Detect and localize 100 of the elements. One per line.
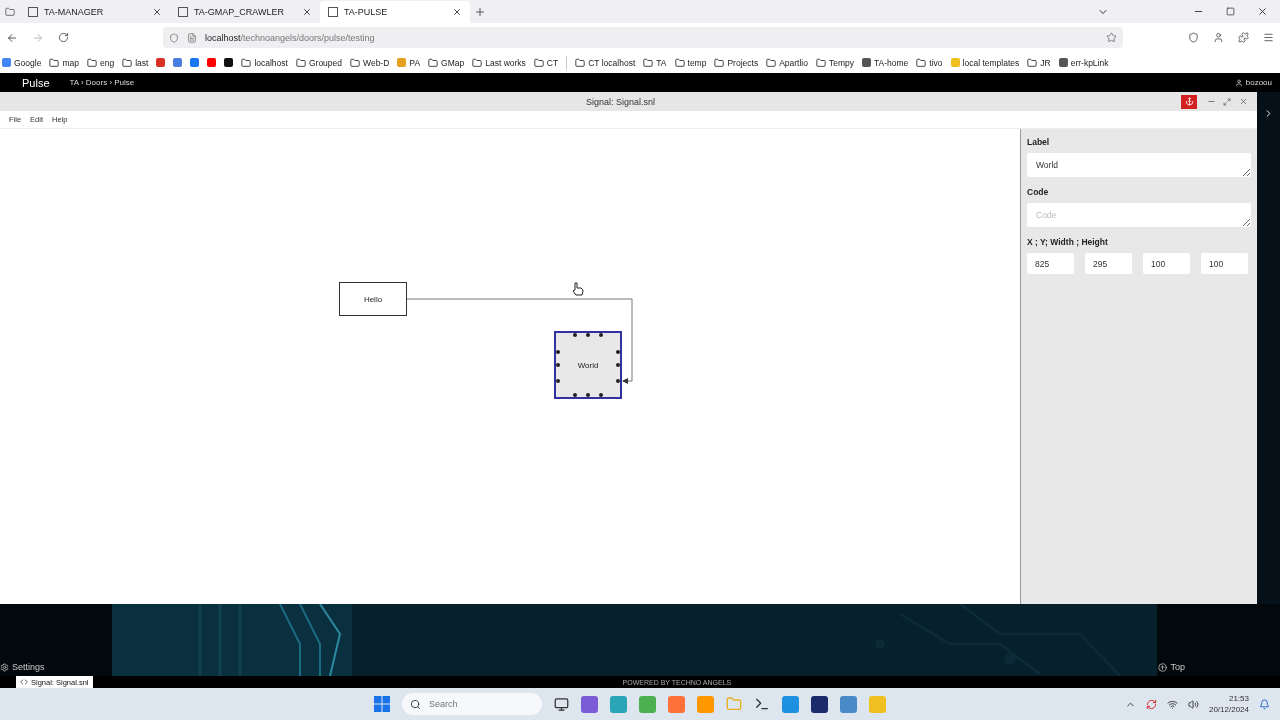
resize-handle[interactable] [616,350,621,355]
folder-icon [295,57,306,68]
profile-icon[interactable] [1213,32,1224,43]
top-link[interactable]: Top [1158,662,1185,672]
bookmark[interactable]: Web-D [350,57,390,68]
search-field[interactable]: Search [427,698,511,710]
bookmark[interactable]: map [49,57,79,68]
resize-handle[interactable] [586,393,590,398]
user-link[interactable]: bozoou [1234,78,1272,87]
anchor-button[interactable] [1181,94,1197,109]
restore-icon[interactable] [1226,7,1235,16]
clock[interactable]: 21:53 20/12/2024 [1208,693,1249,715]
bookmark[interactable]: Last works [472,57,526,68]
node-label: World [577,360,599,370]
wifi-icon[interactable] [1166,698,1178,710]
reload-icon[interactable] [58,32,69,43]
anchor-icon [1184,97,1194,106]
bookmark[interactable]: localhost [241,57,288,68]
new-tab-icon[interactable] [474,5,486,18]
bookmark[interactable]: TA [643,57,667,68]
close-icon[interactable] [152,7,162,17]
windows-start-icon[interactable] [374,696,390,712]
code-icon [20,678,28,686]
folder-icon [49,57,60,68]
folder-icon [1027,57,1038,68]
diagram-node[interactable]: World [554,331,622,399]
user-icon [1234,78,1243,87]
tab-groups-icon[interactable] [5,6,15,17]
page-icon [328,7,338,17]
terminal-icon[interactable] [754,696,770,712]
code-field[interactable]: Code [1027,203,1251,227]
pointer-hand-icon [572,282,584,296]
bookmark[interactable]: PA [397,57,421,68]
taskbar-search-box[interactable]: Search [402,693,542,715]
resize-handle[interactable] [555,350,560,355]
close-icon[interactable] [452,7,462,17]
field-label: Code [1027,187,1050,197]
diagram-node[interactable]: Hello [339,282,407,316]
address-bar[interactable]: localhost/technoangels/doors/pulse/testing [163,27,1123,48]
geometry-field[interactable]: 295 [1085,253,1132,274]
bookmark[interactable]: eng [86,57,115,68]
maximize-icon[interactable] [1223,97,1231,106]
page-icon [28,7,38,17]
settings-link[interactable]: Settings [0,662,45,672]
label-field[interactable]: World [1027,153,1251,177]
resize-handle[interactable] [616,363,621,367]
notification-icon[interactable] [1259,698,1270,710]
shield-icon[interactable] [169,32,179,43]
bookmark-icon[interactable] [224,58,234,67]
resize-handle[interactable] [598,332,603,337]
bookmark[interactable]: CT [533,57,559,68]
bookmark[interactable]: JR [1027,57,1051,68]
bookmark[interactable]: Projects [714,57,759,68]
tab-title: TA-GMAP_CRAWLER [194,7,285,17]
task-view-icon[interactable] [554,696,569,712]
browser-tab[interactable]: TA-PULSE [320,1,470,23]
browser-tab[interactable]: TA-MANAGER [20,1,170,23]
window-title: Signal: Signal.snl [584,96,656,107]
menu-icon[interactable] [1263,32,1274,43]
page-icon [178,7,188,17]
bookmark[interactable]: GMap [428,57,465,68]
folder-icon [714,57,725,68]
bookmark[interactable]: tivo [916,57,943,68]
resize-handle[interactable] [573,393,578,398]
bookmark[interactable]: Apartlio [766,57,808,68]
browser-tab[interactable]: TA-GMAP_CRAWLER [170,1,320,23]
resize-handle[interactable] [555,363,560,367]
folder-icon [86,57,97,68]
bookmark[interactable]: TA-home [862,57,909,68]
geometry-field[interactable]: 100 [1201,253,1248,274]
app-icon[interactable] [811,695,828,713]
bookmark[interactable]: temp [674,57,707,68]
geometry-field[interactable]: 825 [1027,253,1074,274]
bookmark[interactable]: Google [2,57,42,68]
star-icon[interactable] [1106,32,1117,43]
folder-icon [533,57,544,68]
arrow-up-circle-icon [1158,662,1168,672]
bookmark[interactable]: err-kpLink [1058,57,1109,68]
bookmark[interactable]: local templates [950,57,1020,68]
sync-icon[interactable] [1145,698,1157,710]
extensions-icon[interactable] [1238,32,1249,43]
volume-icon[interactable] [1187,698,1199,710]
folder-icon [472,57,483,68]
resize-handle[interactable] [555,379,560,383]
folder-icon [122,57,133,68]
close-icon[interactable] [1257,6,1268,17]
resize-handle[interactable] [616,379,621,383]
resize-handle[interactable] [586,332,590,337]
close-icon[interactable] [302,7,312,17]
back-icon[interactable] [6,31,18,44]
geometry-field[interactable]: 100 [1143,253,1190,274]
resize-handle[interactable] [573,332,578,337]
bookmark[interactable]: CT localhost [575,57,636,68]
resize-handle[interactable] [598,393,603,398]
tab-title: TA-MANAGER [44,7,105,17]
folder-icon [350,57,361,68]
bookmark[interactable]: Tempy [815,57,854,68]
bookmark[interactable]: Grouped [295,57,343,68]
bookmark[interactable]: last [122,57,149,68]
page-icon[interactable] [187,32,197,43]
